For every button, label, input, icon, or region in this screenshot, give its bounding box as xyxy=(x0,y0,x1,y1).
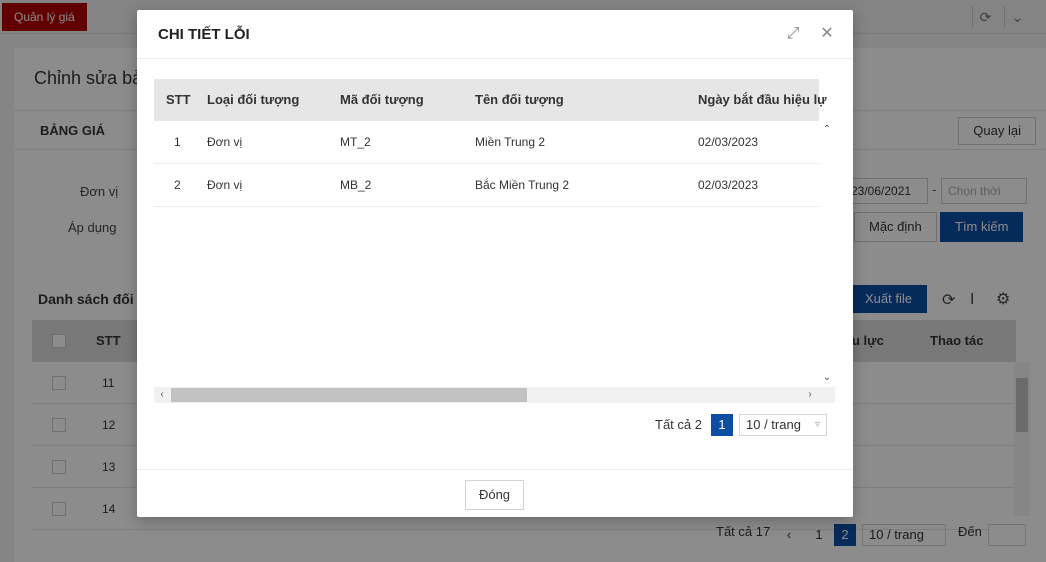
cell-object-type: Đơn vị xyxy=(207,178,243,192)
header-object-type: Loại đối tượng xyxy=(207,92,300,107)
error-detail-modal: CHI TIẾT LỖI ⤢ ✕ STT Loại đối tượng Mã đ… xyxy=(137,10,853,517)
cell-stt: 1 xyxy=(174,135,181,149)
cell-start-date: 02/03/2023 xyxy=(698,178,759,192)
modal-footer: Đóng xyxy=(137,469,853,517)
table-row[interactable]: 1 Đơn vị MT_2 Miền Trung 2 02/03/2023 xyxy=(154,121,819,164)
header-start-date: Ngày bắt đầu hiệu lự xyxy=(698,92,827,107)
modal-divider xyxy=(137,58,853,59)
scroll-left-icon[interactable]: ‹ xyxy=(154,388,170,402)
header-stt: STT xyxy=(166,92,191,107)
error-grid-header: STT Loại đối tượng Mã đối tượng Tên đối … xyxy=(154,79,827,121)
modal-title: CHI TIẾT LỖI xyxy=(158,26,250,43)
scroll-down-icon[interactable]: ⌄ xyxy=(819,371,835,385)
pager-total: Tất cả 2 xyxy=(655,417,702,432)
cell-object-code: MB_2 xyxy=(340,178,372,192)
scroll-up-icon[interactable]: ⌃ xyxy=(819,123,835,137)
cell-object-name: Bắc Miền Trung 2 xyxy=(475,178,570,192)
chevron-down-icon: ▿ xyxy=(814,419,820,430)
close-button[interactable]: Đóng xyxy=(465,480,524,510)
page-size-select[interactable]: 10 / trang ▿ xyxy=(739,414,827,436)
page-1-button[interactable]: 1 xyxy=(711,414,733,436)
header-object-code: Mã đối tượng xyxy=(340,92,424,107)
close-icon[interactable]: ✕ xyxy=(817,24,837,44)
header-object-name: Tên đối tượng xyxy=(475,92,564,107)
scrollbar-thumb[interactable] xyxy=(171,388,527,402)
error-grid: STT Loại đối tượng Mã đối tượng Tên đối … xyxy=(154,79,835,403)
grid-vertical-scrollbar[interactable]: ⌃ ⌄ xyxy=(819,121,835,387)
cell-object-code: MT_2 xyxy=(340,135,371,149)
cell-stt: 2 xyxy=(174,178,181,192)
page-size-value: 10 / trang xyxy=(746,417,801,432)
expand-icon[interactable]: ⤢ xyxy=(783,24,803,44)
scroll-right-icon[interactable]: › xyxy=(802,388,818,402)
table-row[interactable]: 2 Đơn vị MB_2 Bắc Miền Trung 2 02/03/202… xyxy=(154,164,819,207)
cell-start-date: 02/03/2023 xyxy=(698,135,759,149)
cell-object-name: Miền Trung 2 xyxy=(475,135,546,149)
grid-horizontal-scrollbar[interactable]: ‹ › xyxy=(154,387,835,403)
cell-object-type: Đơn vị xyxy=(207,135,243,149)
